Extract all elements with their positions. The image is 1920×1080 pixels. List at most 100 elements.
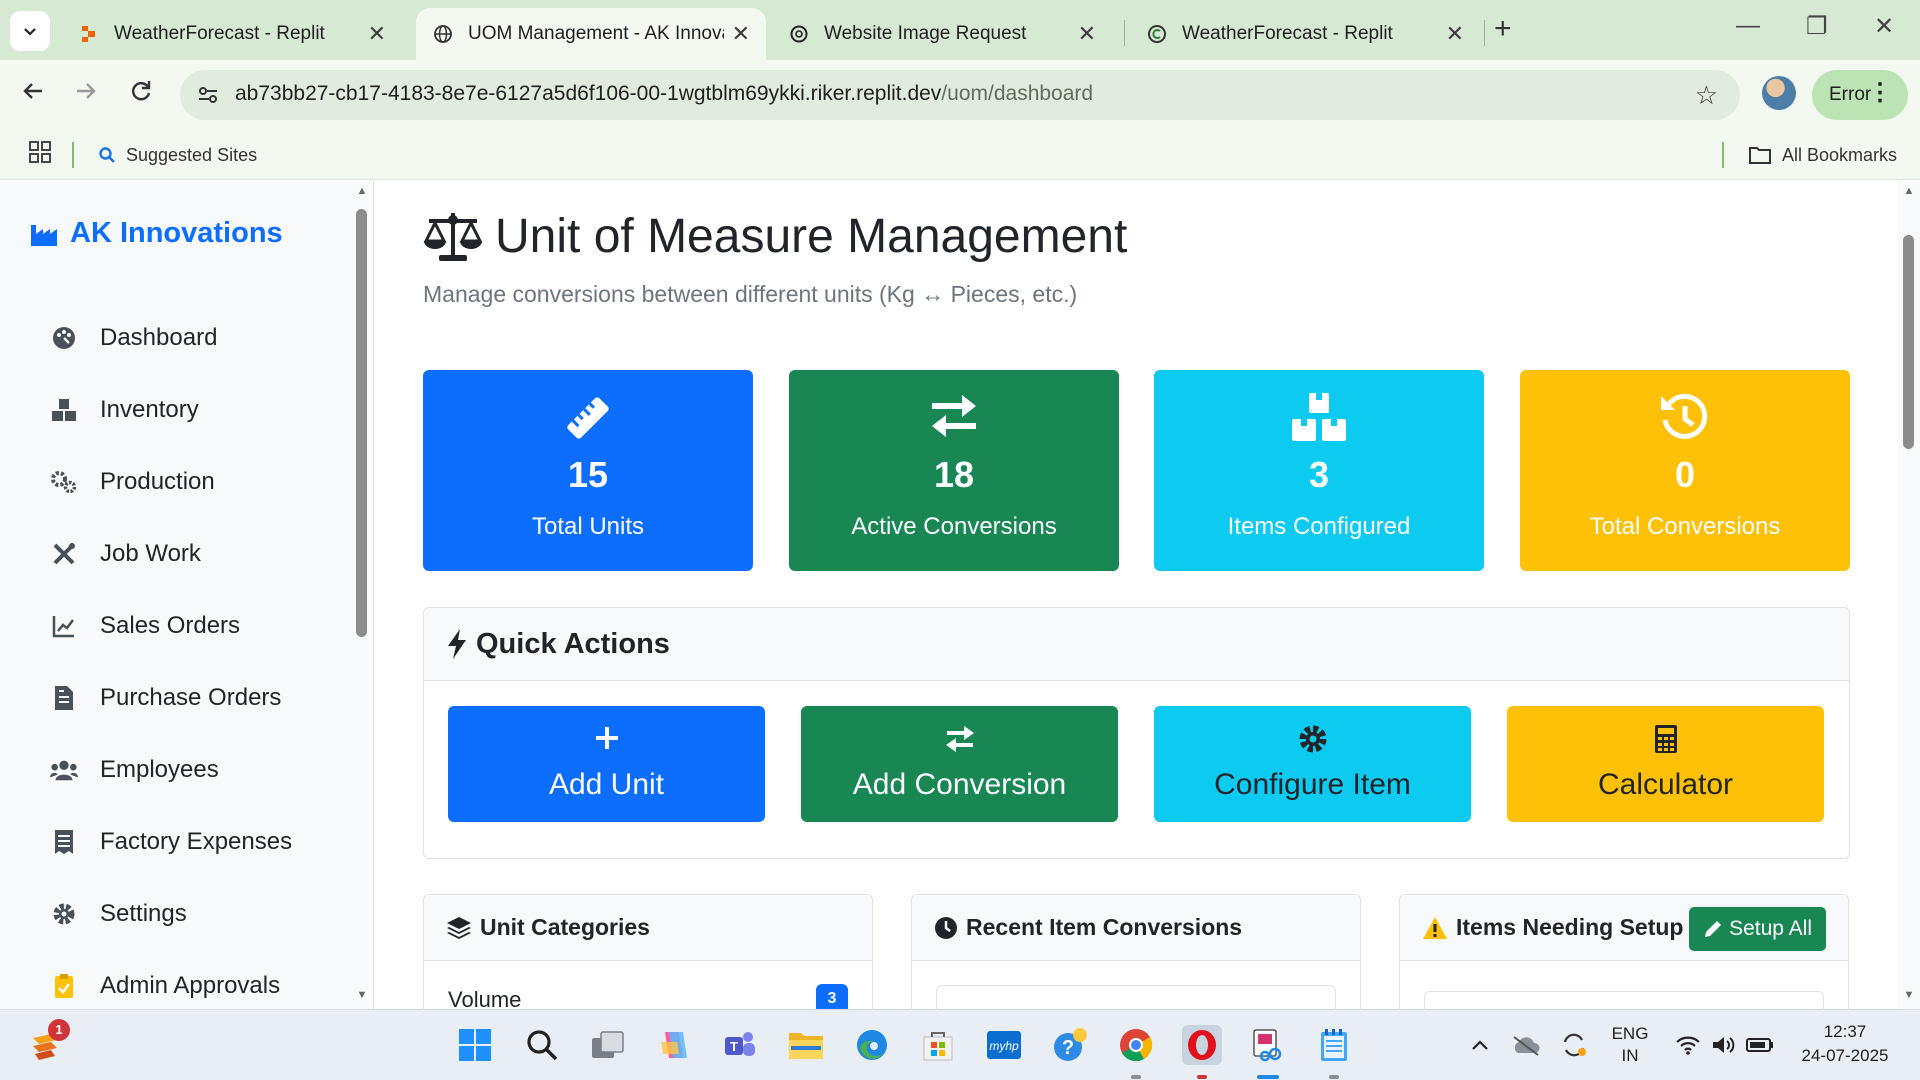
sidebar-item-production[interactable]: Production	[50, 462, 215, 502]
apps-grid-icon[interactable]	[28, 140, 52, 169]
sidebar-scroll-up[interactable]: ▲	[356, 185, 368, 197]
gear-icon	[1154, 724, 1471, 756]
search-icon[interactable]	[522, 1025, 562, 1065]
snipping-tool-icon[interactable]	[1248, 1025, 1288, 1065]
sidebar-item-settings[interactable]: Settings	[50, 894, 187, 934]
copilot-icon[interactable]	[654, 1025, 694, 1065]
page-scroll-up[interactable]: ▲	[1903, 185, 1915, 197]
all-bookmarks-button[interactable]: All Bookmarks	[1748, 130, 1897, 180]
restore-button[interactable]: ❐	[1806, 12, 1828, 41]
button-label: Add Unit	[548, 768, 665, 801]
help-icon[interactable]: ?	[1050, 1025, 1090, 1065]
address-bar[interactable]: ab73bb27-cb17-4183-8e7e-6127a5d6f106-00-…	[180, 70, 1740, 120]
running-indicator	[1131, 1075, 1141, 1079]
close-icon[interactable]: ✕	[368, 21, 386, 47]
reload-button[interactable]	[128, 78, 154, 111]
clock[interactable]: 12:37 24-07-2025	[1790, 1022, 1900, 1066]
tab-title: WeatherForecast - Replit	[1182, 23, 1393, 44]
clock-icon	[935, 916, 957, 939]
new-tab-button[interactable]: +	[1494, 12, 1512, 46]
panel-title: Unit Categories	[480, 914, 650, 940]
exchange-icon	[801, 724, 1118, 756]
sidebar-item-label: Job Work	[100, 540, 201, 567]
battery-icon[interactable]	[1740, 1025, 1780, 1065]
page-scroll-down[interactable]: ▼	[1903, 989, 1915, 1001]
language-indicator[interactable]: ENG IN	[1606, 1024, 1654, 1066]
sidebar-item-employees[interactable]: Employees	[50, 750, 219, 790]
microsoft-store-icon[interactable]	[918, 1025, 958, 1065]
tab-weatherforecast-2[interactable]: WeatherForecast - Replit ✕	[1130, 8, 1480, 60]
bookmarks-divider	[1722, 142, 1724, 168]
sidebar-item-admin-approvals[interactable]: Admin Approvals	[50, 966, 280, 1006]
stat-label: Active Conversions	[851, 513, 1057, 540]
page-scrollbar-thumb[interactable]	[1903, 235, 1914, 449]
browser-tabstrip: WeatherForecast - Replit ✕ UOM Managemen…	[0, 0, 1920, 60]
stat-card-total-conversions: 0 Total Conversions	[1520, 370, 1850, 571]
sidebar-scroll-down[interactable]: ▼	[356, 989, 368, 1001]
edge-browser-icon[interactable]	[852, 1025, 892, 1065]
balance-scale-icon	[423, 212, 483, 261]
sidebar-item-label: Production	[100, 468, 215, 495]
opera-icon[interactable]	[1182, 1025, 1222, 1065]
sidebar-item-job-work[interactable]: Job Work	[50, 534, 201, 574]
minimize-button[interactable]: —	[1736, 12, 1760, 40]
sidebar-item-inventory[interactable]: Inventory	[50, 390, 199, 430]
wifi-icon[interactable]	[1668, 1025, 1708, 1065]
error-menu-button[interactable]: Error ⋮	[1812, 70, 1908, 120]
add-conversion-button[interactable]: Add Conversion	[801, 706, 1118, 822]
stat-value: 15	[567, 454, 609, 495]
sidebar-item-label: Inventory	[100, 396, 199, 423]
tab-uom-management[interactable]: UOM Management - AK Innova ✕	[416, 8, 766, 60]
add-unit-button[interactable]: Add Unit	[448, 706, 765, 822]
sidebar-item-factory-expenses[interactable]: Factory Expenses	[50, 822, 292, 862]
stat-label: Items Configured	[1227, 513, 1411, 540]
profile-avatar[interactable]	[1762, 76, 1796, 110]
bookmark-suggested-sites[interactable]: Suggested Sites	[98, 130, 257, 180]
file-explorer-icon[interactable]	[786, 1025, 826, 1065]
sidebar-item-dashboard[interactable]: Dashboard	[50, 318, 217, 358]
tab-weatherforecast-1[interactable]: WeatherForecast - Replit ✕	[62, 8, 402, 60]
close-icon[interactable]: ✕	[1078, 21, 1096, 47]
configure-item-button[interactable]: Configure Item	[1154, 706, 1471, 822]
close-icon[interactable]: ✕	[732, 21, 750, 47]
setup-all-button[interactable]: Setup All	[1689, 907, 1826, 951]
stat-card-items-configured: 3 Items Configured	[1154, 370, 1484, 571]
onedrive-icon[interactable]	[1506, 1025, 1546, 1065]
volume-icon[interactable]	[1704, 1025, 1744, 1065]
myhp-icon[interactable]: myhp	[984, 1025, 1024, 1065]
windows-start-icon[interactable]	[455, 1025, 495, 1065]
chrome-icon[interactable]	[1116, 1025, 1156, 1065]
forward-button[interactable]	[73, 78, 99, 111]
chevron-up-icon[interactable]	[1460, 1025, 1500, 1065]
page-subtitle: Manage conversions between different uni…	[423, 281, 1078, 307]
tab-title: Website Image Request	[824, 23, 1027, 44]
teams-icon[interactable]: T	[720, 1025, 760, 1065]
tab-search-button[interactable]	[10, 11, 50, 51]
task-view-icon[interactable]	[588, 1025, 628, 1065]
panel-title: Recent Item Conversions	[966, 914, 1243, 940]
sync-icon[interactable]	[1554, 1025, 1594, 1065]
brand-logo[interactable]: AK Innovations	[30, 217, 283, 250]
back-button[interactable]	[20, 78, 46, 111]
close-icon[interactable]: ✕	[1446, 21, 1464, 47]
tab-website-image-request[interactable]: Website Image Request ✕	[772, 8, 1112, 60]
recent-item-conversions-card: Recent Item Conversions	[911, 894, 1361, 1009]
recent-conversions-list	[936, 985, 1336, 1009]
running-indicator	[1197, 1075, 1207, 1079]
running-indicator	[1329, 1075, 1339, 1079]
sidebar-scrollbar-thumb[interactable]	[356, 209, 367, 637]
button-label: Calculator	[1597, 768, 1734, 801]
recent-conversions-header: Recent Item Conversions	[912, 895, 1360, 961]
exchange-icon	[789, 392, 1119, 444]
bookmark-label: Suggested Sites	[126, 144, 258, 165]
close-window-button[interactable]: ✕	[1874, 12, 1894, 41]
notepad-icon[interactable]	[1314, 1025, 1354, 1065]
bookmark-star-icon[interactable]: ☆	[1695, 80, 1718, 111]
sidebar-item-purchase-orders[interactable]: Purchase Orders	[50, 678, 281, 718]
arrow-left-icon	[23, 83, 42, 99]
sidebar-item-sales-orders[interactable]: Sales Orders	[50, 606, 240, 646]
calculator-button[interactable]: Calculator	[1507, 706, 1824, 822]
tab-title: WeatherForecast - Replit	[114, 23, 325, 44]
site-settings-icon[interactable]	[196, 83, 220, 107]
category-row-volume[interactable]: Volume	[448, 987, 521, 1009]
